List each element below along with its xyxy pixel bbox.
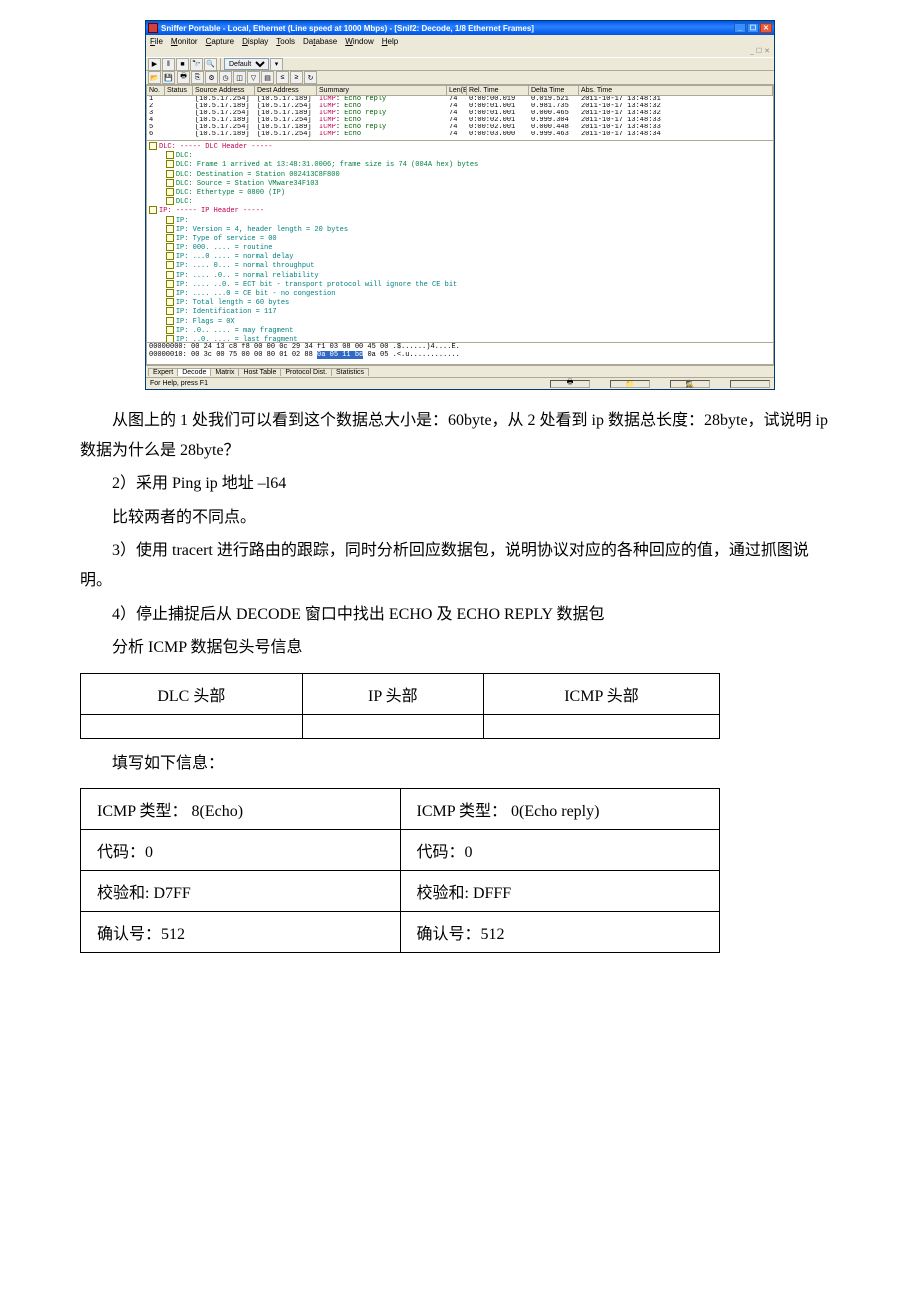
toolbar-secondary: 📂 💾 🖶 ⎘ ⚙ ◷ ◫ ▽ ▤ ≤ ≥ ↻ [146, 71, 774, 85]
tab-expert[interactable]: Expert [148, 368, 178, 376]
table-cell: ICMP 类型： 8(Echo) [81, 789, 401, 830]
paragraph-5: 4）停止捕捉后从 DECODE 窗口中找出 ECHO 及 ECHO REPLY … [80, 600, 840, 630]
menu-window[interactable]: Window [345, 37, 373, 46]
print-icon[interactable]: 🖶 [177, 71, 190, 84]
table-row[interactable]: 6[10.5.17.189][10.5.17.254]ICMP: Echo740… [147, 131, 773, 138]
minimize-button[interactable]: _ [734, 23, 746, 33]
table-cell: 确认号：512 [400, 912, 720, 953]
profile-select[interactable]: Default [224, 58, 269, 70]
clock-icon[interactable]: ◷ [219, 71, 232, 84]
table-cell: 确认号：512 [81, 912, 401, 953]
packet-list[interactable]: No. Status Source Address Dest Address S… [146, 85, 774, 141]
copy-icon[interactable]: ⎘ [191, 71, 204, 84]
table-cell: 代码：0 [400, 830, 720, 871]
headers-table-cell: ICMP 头部 [483, 673, 719, 714]
status-indicator-2: 📁 [610, 380, 650, 388]
menu-display[interactable]: Display [242, 37, 268, 46]
toolbar-main: ▶ ‖ ■ 🔭 🔍 Default ▾ [146, 57, 774, 71]
status-indicator-1: 🖶 [550, 380, 590, 388]
nav-first-icon[interactable]: ≤ [276, 71, 289, 84]
app-icon [148, 23, 158, 33]
stop-icon[interactable]: ■ [176, 58, 189, 71]
tab-protocol-dist[interactable]: Protocol Dist. [280, 368, 332, 376]
table-cell: 校验和: D7FF [81, 871, 401, 912]
menu-help[interactable]: Help [382, 37, 398, 46]
echo-table: ICMP 类型： 8(Echo)ICMP 类型： 0(Echo reply) 代… [80, 788, 720, 953]
chart-icon[interactable]: ◫ [233, 71, 246, 84]
menu-bar: FFileile Monitor Capture Display Tools D… [146, 35, 774, 47]
nav-last-icon[interactable]: ≥ [290, 71, 303, 84]
gear-icon[interactable]: ⚙ [205, 71, 218, 84]
menu-monitor[interactable]: Monitor [171, 37, 198, 46]
paragraph-3: 比较两者的不同点。 [80, 503, 840, 533]
paragraph-7: 填写如下信息： [80, 749, 840, 779]
decode-detail-pane[interactable]: DLC: ----- DLC Header ----- DLC: DLC: Fr… [146, 141, 774, 343]
status-indicator-4 [730, 380, 770, 388]
table-row[interactable]: 4[10.5.17.189][10.5.17.254]ICMP: Echo740… [147, 117, 773, 124]
refresh-icon[interactable]: ↻ [304, 71, 317, 84]
paragraph-4: 3）使用 tracert 进行路由的跟踪，同时分析回应数据包，说明协议对应的各种… [80, 536, 840, 595]
save-icon[interactable]: 💾 [162, 71, 175, 84]
paragraph-6: 分析 ICMP 数据包头号信息 [80, 633, 840, 663]
table-cell: 校验和: DFFF [400, 871, 720, 912]
menu-capture[interactable]: Capture [206, 37, 234, 46]
close-button[interactable]: ✕ [760, 23, 772, 33]
menu-file[interactable]: FFileile [150, 37, 163, 46]
headers-table-cell: IP 头部 [302, 673, 483, 714]
mdi-buttons[interactable]: _ ☐ ✕ [146, 47, 774, 57]
dropdown-icon[interactable]: ▾ [270, 58, 283, 71]
pause-icon[interactable]: ‖ [162, 58, 175, 71]
open-icon[interactable]: 📂 [148, 71, 161, 84]
binoculars-icon[interactable]: 🔭 [190, 58, 203, 71]
headers-table-cell: DLC 头部 [81, 673, 303, 714]
sniffer-window: Sniffer Portable - Local, Ethernet (Line… [145, 20, 775, 390]
window-titlebar: Sniffer Portable - Local, Ethernet (Line… [146, 21, 774, 35]
packet-list-header: No. Status Source Address Dest Address S… [147, 86, 773, 96]
table-row[interactable]: 5[10.5.17.254][10.5.17.189]ICMP: Echo re… [147, 124, 773, 131]
tab-matrix[interactable]: Matrix [210, 368, 239, 376]
hex-pane[interactable]: 00000000: 00 24 13 c8 f8 00 00 0c 29 34 … [146, 343, 774, 365]
tab-statistics[interactable]: Statistics [331, 368, 369, 376]
filter-icon[interactable]: ▽ [247, 71, 260, 84]
table-cell: ICMP 类型： 0(Echo reply) [400, 789, 720, 830]
status-bar: For Help, press F1 🖶 📁 🕵 [146, 377, 774, 389]
paragraph-1: 从图上的 1 处我们可以看到这个数据总大小是：60byte，从 2 处看到 ip… [80, 406, 840, 465]
headers-table: DLC 头部 IP 头部 ICMP 头部 [80, 673, 720, 739]
table-row[interactable]: 2[10.5.17.189][10.5.17.254]ICMP: Echo740… [147, 103, 773, 110]
table-row[interactable]: 3[10.5.17.254][10.5.17.189]ICMP: Echo re… [147, 110, 773, 117]
status-text: For Help, press F1 [150, 380, 208, 387]
table-cell: 代码：0 [81, 830, 401, 871]
menu-tools[interactable]: Tools [276, 37, 295, 46]
tab-host-table[interactable]: Host Table [238, 368, 281, 376]
status-indicator-3: 🕵 [670, 380, 710, 388]
maximize-button[interactable]: ☐ [747, 23, 759, 33]
decode-tabs: Expert Decode Matrix Host Table Protocol… [146, 365, 774, 377]
book-icon[interactable]: ▤ [261, 71, 274, 84]
window-title: Sniffer Portable - Local, Ethernet (Line… [161, 24, 534, 33]
paragraph-2: 2）采用 Ping ip 地址 –l64 [80, 469, 840, 499]
play-icon[interactable]: ▶ [148, 58, 161, 71]
table-row[interactable]: 1[10.5.17.254][10.5.17.189]ICMP: Echo re… [147, 96, 773, 103]
menu-database[interactable]: Database [303, 37, 337, 46]
find-icon[interactable]: 🔍 [204, 58, 217, 71]
tab-decode[interactable]: Decode [177, 368, 211, 376]
